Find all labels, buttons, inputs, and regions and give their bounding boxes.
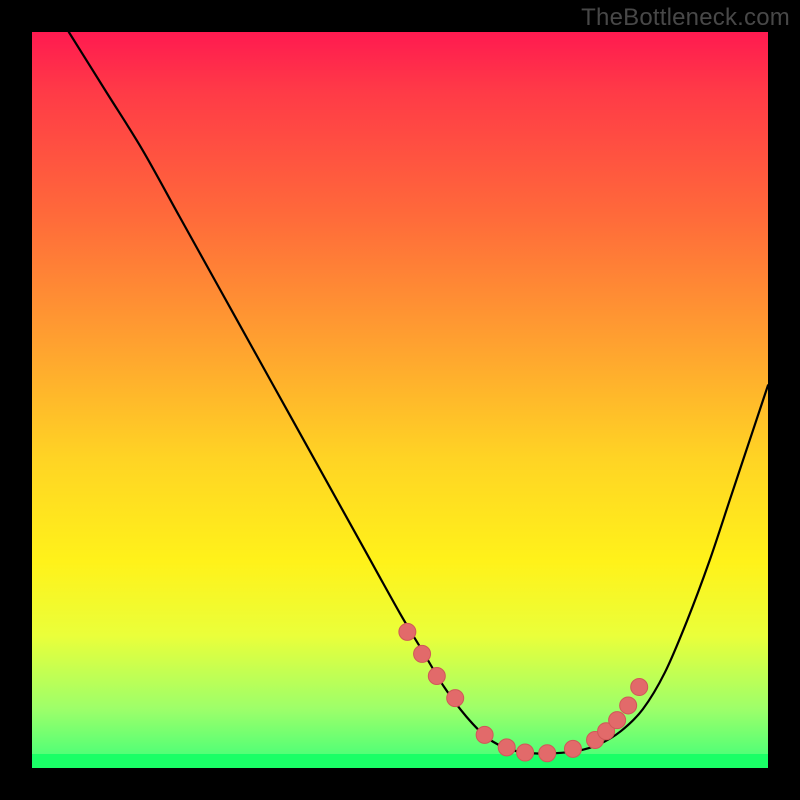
highlighted-point — [517, 744, 534, 761]
bottleneck-curve — [69, 32, 768, 754]
highlighted-point — [620, 697, 637, 714]
highlighted-point — [539, 745, 556, 762]
chart-svg — [32, 32, 768, 768]
highlighted-point — [476, 726, 493, 743]
plot-area — [32, 32, 768, 768]
highlighted-point — [428, 668, 445, 685]
watermark-text: TheBottleneck.com — [581, 4, 790, 32]
highlighted-point — [447, 690, 464, 707]
chart-frame: TheBottleneck.com — [0, 0, 800, 800]
highlighted-point — [399, 623, 416, 640]
highlighted-point — [564, 740, 581, 757]
highlighted-point — [631, 679, 648, 696]
highlighted-points-group — [399, 623, 648, 761]
highlighted-point — [609, 712, 626, 729]
highlighted-point — [414, 645, 431, 662]
highlighted-point — [498, 739, 515, 756]
